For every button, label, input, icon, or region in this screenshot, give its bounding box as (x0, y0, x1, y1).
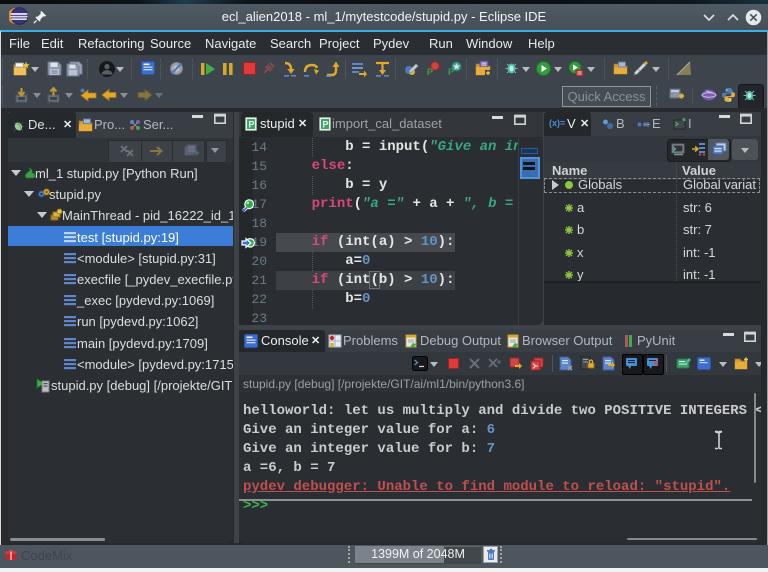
svg-text:P: P (323, 120, 329, 130)
svg-text:P: P (448, 67, 454, 76)
svg-text:P: P (427, 67, 433, 76)
svg-text:P: P (249, 120, 255, 130)
